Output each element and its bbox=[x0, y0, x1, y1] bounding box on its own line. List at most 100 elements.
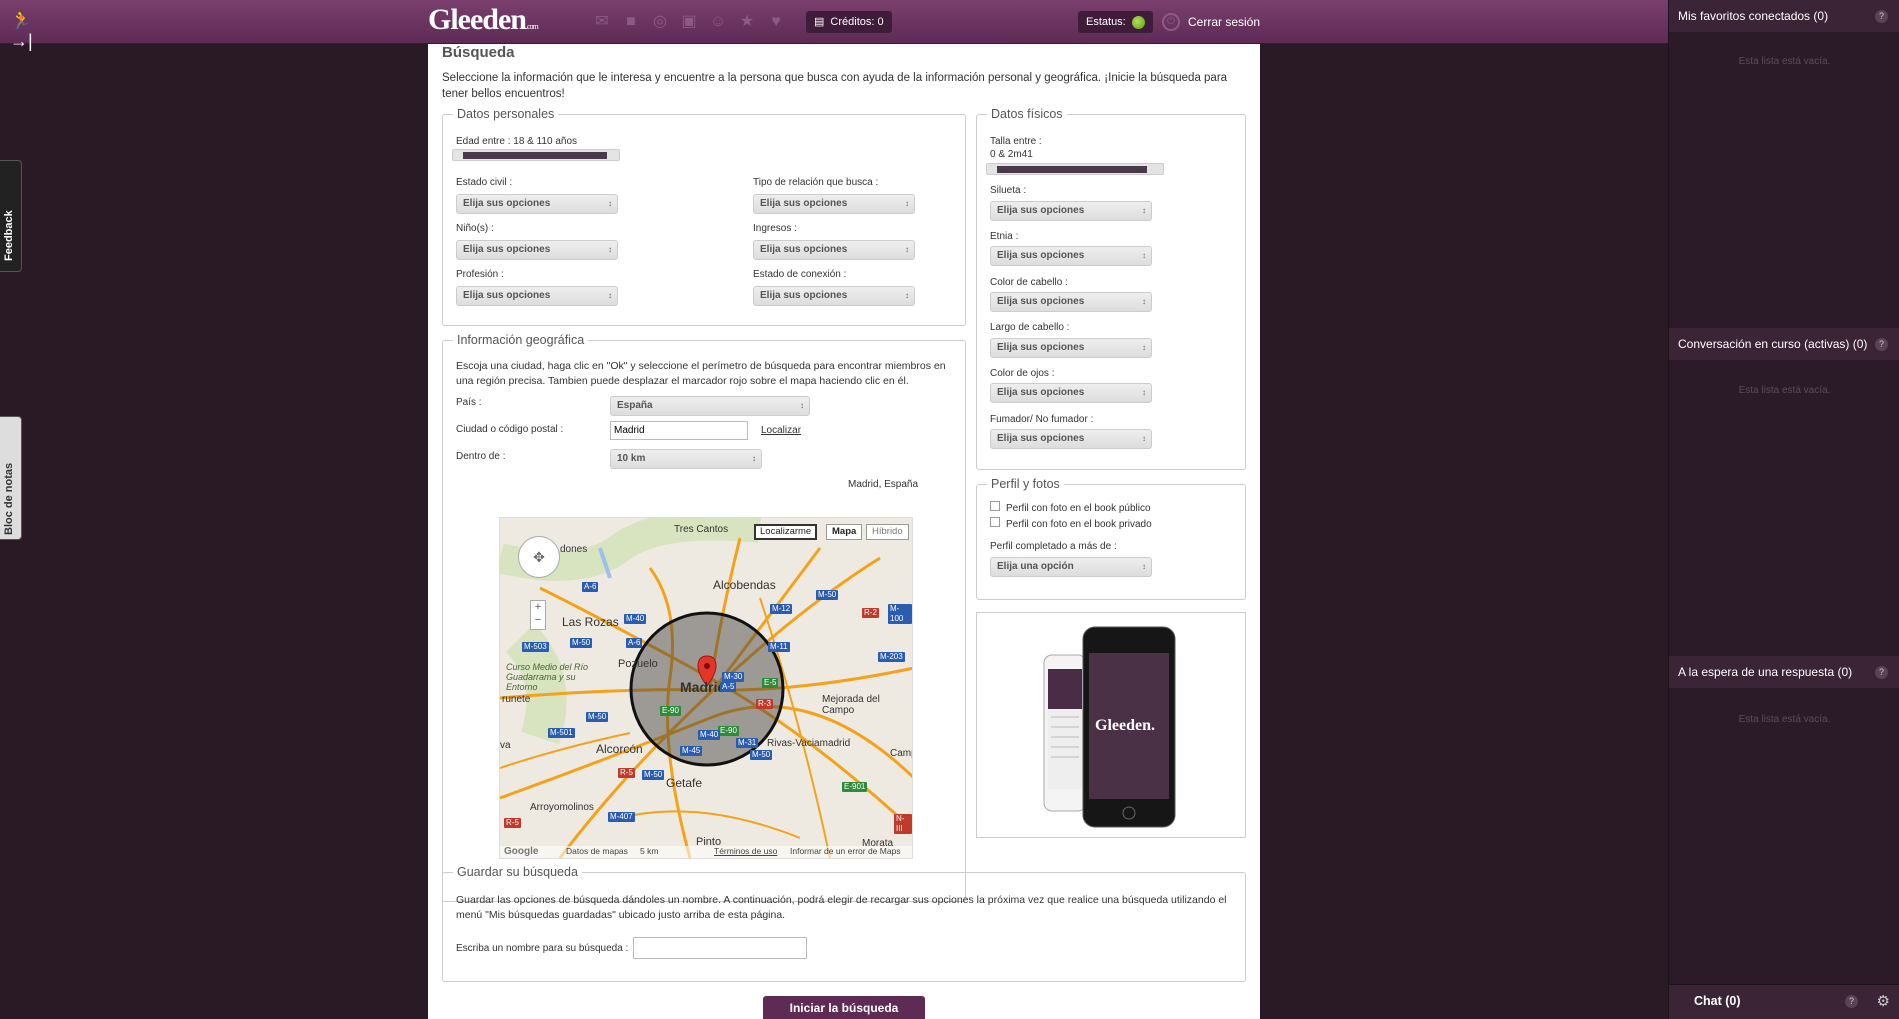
chat-bar[interactable]: Chat (0) ? ⚙ bbox=[1669, 984, 1899, 1019]
app-promo-banner[interactable]: Gleeden. bbox=[976, 612, 1246, 838]
ethnicity-label: Etnia : bbox=[990, 231, 1019, 242]
gear-icon[interactable]: ⚙ bbox=[1877, 992, 1890, 1010]
hair-color-label: Color de cabello : bbox=[990, 277, 1068, 288]
within-select[interactable]: 10 km bbox=[610, 449, 762, 469]
locate-me-button[interactable]: Localizarme bbox=[754, 524, 818, 540]
power-icon: ⏻ bbox=[1162, 13, 1180, 31]
locate-link[interactable]: Localizar bbox=[761, 425, 801, 436]
exit-icon[interactable]: 🏃→| bbox=[10, 10, 52, 51]
right-sidebar: Mis favoritos conectados (0) ? Esta list… bbox=[1668, 0, 1899, 1019]
city-input[interactable] bbox=[610, 421, 748, 440]
map-report-link[interactable]: Informar de un error de Maps bbox=[790, 846, 901, 856]
road-badge: M-100 bbox=[888, 604, 912, 624]
map-pan-control[interactable]: ✥ bbox=[518, 536, 560, 578]
feedback-label: Feedback bbox=[3, 210, 15, 261]
marital-status-select[interactable]: Elija sus opciones bbox=[456, 194, 618, 214]
search-name-input[interactable] bbox=[633, 937, 807, 959]
conversations-header[interactable]: Conversación en curso (activas) (0) ? bbox=[1669, 328, 1899, 360]
road-badge: M-50 bbox=[586, 712, 609, 722]
star-icon[interactable]: ★ bbox=[737, 13, 757, 30]
map-type-map-button[interactable]: Mapa bbox=[826, 524, 863, 540]
age-slider[interactable] bbox=[452, 149, 620, 161]
mail-icon[interactable]: ✉ bbox=[592, 13, 612, 30]
status-label: Estatus: bbox=[1086, 16, 1126, 28]
feedback-tab[interactable]: Feedback bbox=[0, 160, 22, 272]
silhouette-label: Silueta : bbox=[990, 185, 1027, 196]
heart-icon[interactable]: ♥ bbox=[766, 13, 786, 30]
country-select[interactable]: España bbox=[610, 396, 810, 416]
road-badge: M-40 bbox=[624, 614, 647, 624]
map-label: Tres Cantos bbox=[674, 524, 729, 535]
map-zoom-control: + − bbox=[530, 600, 546, 630]
notes-tab[interactable]: Bloc de notas bbox=[0, 416, 22, 540]
ethnicity-select[interactable]: Elija sus opciones bbox=[990, 246, 1152, 266]
road-badge: M-50 bbox=[570, 638, 593, 648]
save-search-section: Guardar su búsqueda Guardar las opciones… bbox=[442, 865, 1246, 982]
smoker-select[interactable]: Elija sus opciones bbox=[990, 429, 1152, 449]
connection-status-select[interactable]: Elija sus opciones bbox=[753, 286, 915, 306]
camera-icon[interactable]: ◎ bbox=[650, 13, 670, 30]
road-badge: M-501 bbox=[548, 728, 575, 738]
van-icon[interactable]: ■ bbox=[621, 13, 641, 30]
children-select[interactable]: Elija sus opciones bbox=[456, 240, 618, 260]
eye-color-label: Color de ojos : bbox=[990, 368, 1055, 379]
search-panel: Búsqueda Seleccione la información que l… bbox=[428, 44, 1260, 1019]
public-photo-checkbox[interactable] bbox=[990, 501, 1000, 511]
road-badge: M-30 bbox=[722, 672, 745, 682]
start-search-button[interactable]: Iniciar la búsqueda bbox=[763, 996, 925, 1019]
hair-length-select[interactable]: Elija sus opciones bbox=[990, 338, 1152, 358]
favorites-header[interactable]: Mis favoritos conectados (0) ? bbox=[1669, 0, 1899, 32]
road-badge: M-407 bbox=[608, 812, 635, 822]
height-label: Talla entre : bbox=[990, 136, 1042, 147]
map-terms-link[interactable]: Términos de uso bbox=[714, 846, 777, 856]
help-icon[interactable]: ? bbox=[1875, 666, 1888, 679]
income-select[interactable]: Elija sus opciones bbox=[753, 240, 915, 260]
hair-color-select[interactable]: Elija sus opciones bbox=[990, 292, 1152, 312]
road-badge: A-6 bbox=[582, 582, 599, 592]
connection-status-label: Estado de conexión : bbox=[753, 269, 847, 280]
promo-brand: Gleeden. bbox=[1095, 717, 1155, 734]
profile-completed-select[interactable]: Elija una opción bbox=[990, 557, 1152, 577]
google-logo: Google bbox=[504, 846, 539, 857]
silhouette-select[interactable]: Elija sus opciones bbox=[990, 201, 1152, 221]
road-badge: M-31 bbox=[736, 738, 759, 748]
user-icon[interactable]: ☺ bbox=[708, 13, 728, 30]
zoom-out-button[interactable]: − bbox=[531, 614, 545, 627]
favorites-empty: Esta lista está vacía. bbox=[1738, 56, 1831, 67]
road-badge: M-40 bbox=[698, 730, 721, 740]
private-photo-checkbox[interactable] bbox=[990, 517, 1000, 527]
save-search-description: Guardar las opciones de búsqueda dándole… bbox=[456, 894, 1227, 921]
top-icons: ✉ ■ ◎ ▣ ☺ ★ ♥ bbox=[592, 13, 786, 30]
credits-button[interactable]: ▤ Créditos: 0 bbox=[806, 11, 892, 33]
conversations-empty: Esta lista está vacía. bbox=[1738, 385, 1831, 396]
relation-type-select[interactable]: Elija sus opciones bbox=[753, 194, 915, 214]
status-toggle[interactable]: Estatus: bbox=[1078, 11, 1153, 33]
relation-type-label: Tipo de relación que busca : bbox=[753, 177, 879, 188]
intro-text: Seleccione la información que le interes… bbox=[442, 72, 1228, 100]
road-badge: R-3 bbox=[756, 699, 773, 709]
map[interactable]: Tres Cantos Alcobendas Las Rozas Pozuelo… bbox=[499, 517, 913, 859]
road-badge: M-50 bbox=[816, 590, 839, 600]
eye-color-select[interactable]: Elija sus opciones bbox=[990, 383, 1152, 403]
road-badge: A-6 bbox=[626, 638, 643, 648]
logo[interactable]: Gleeden.com bbox=[428, 3, 539, 39]
help-icon[interactable]: ? bbox=[1845, 995, 1858, 1008]
physical-data-legend: Datos físicos bbox=[987, 107, 1067, 121]
profession-label: Profesión : bbox=[456, 269, 504, 280]
profile-photos-section: Perfil y fotos Perfil con foto en el boo… bbox=[976, 477, 1246, 600]
road-badge: M-12 bbox=[770, 604, 793, 614]
waiting-header[interactable]: A la espera de una respuesta (0) ? bbox=[1669, 656, 1899, 688]
height-slider[interactable] bbox=[986, 163, 1164, 175]
profession-select[interactable]: Elija sus opciones bbox=[456, 286, 618, 306]
help-icon[interactable]: ? bbox=[1875, 10, 1888, 23]
road-badge: M-50 bbox=[642, 770, 665, 780]
road-badge: E-90 bbox=[660, 706, 681, 716]
help-icon[interactable]: ? bbox=[1875, 338, 1888, 351]
gift-icon[interactable]: ▣ bbox=[679, 13, 699, 30]
personal-data-section: Datos personales Edad entre : 18 & 110 a… bbox=[442, 107, 966, 326]
logout-button[interactable]: ⏻ Cerrar sesión bbox=[1162, 11, 1260, 33]
road-badge: A-5 bbox=[720, 682, 737, 692]
zoom-in-button[interactable]: + bbox=[531, 601, 545, 614]
road-badge: M-203 bbox=[878, 652, 905, 662]
map-type-hybrid-button[interactable]: Híbrido bbox=[866, 524, 909, 540]
